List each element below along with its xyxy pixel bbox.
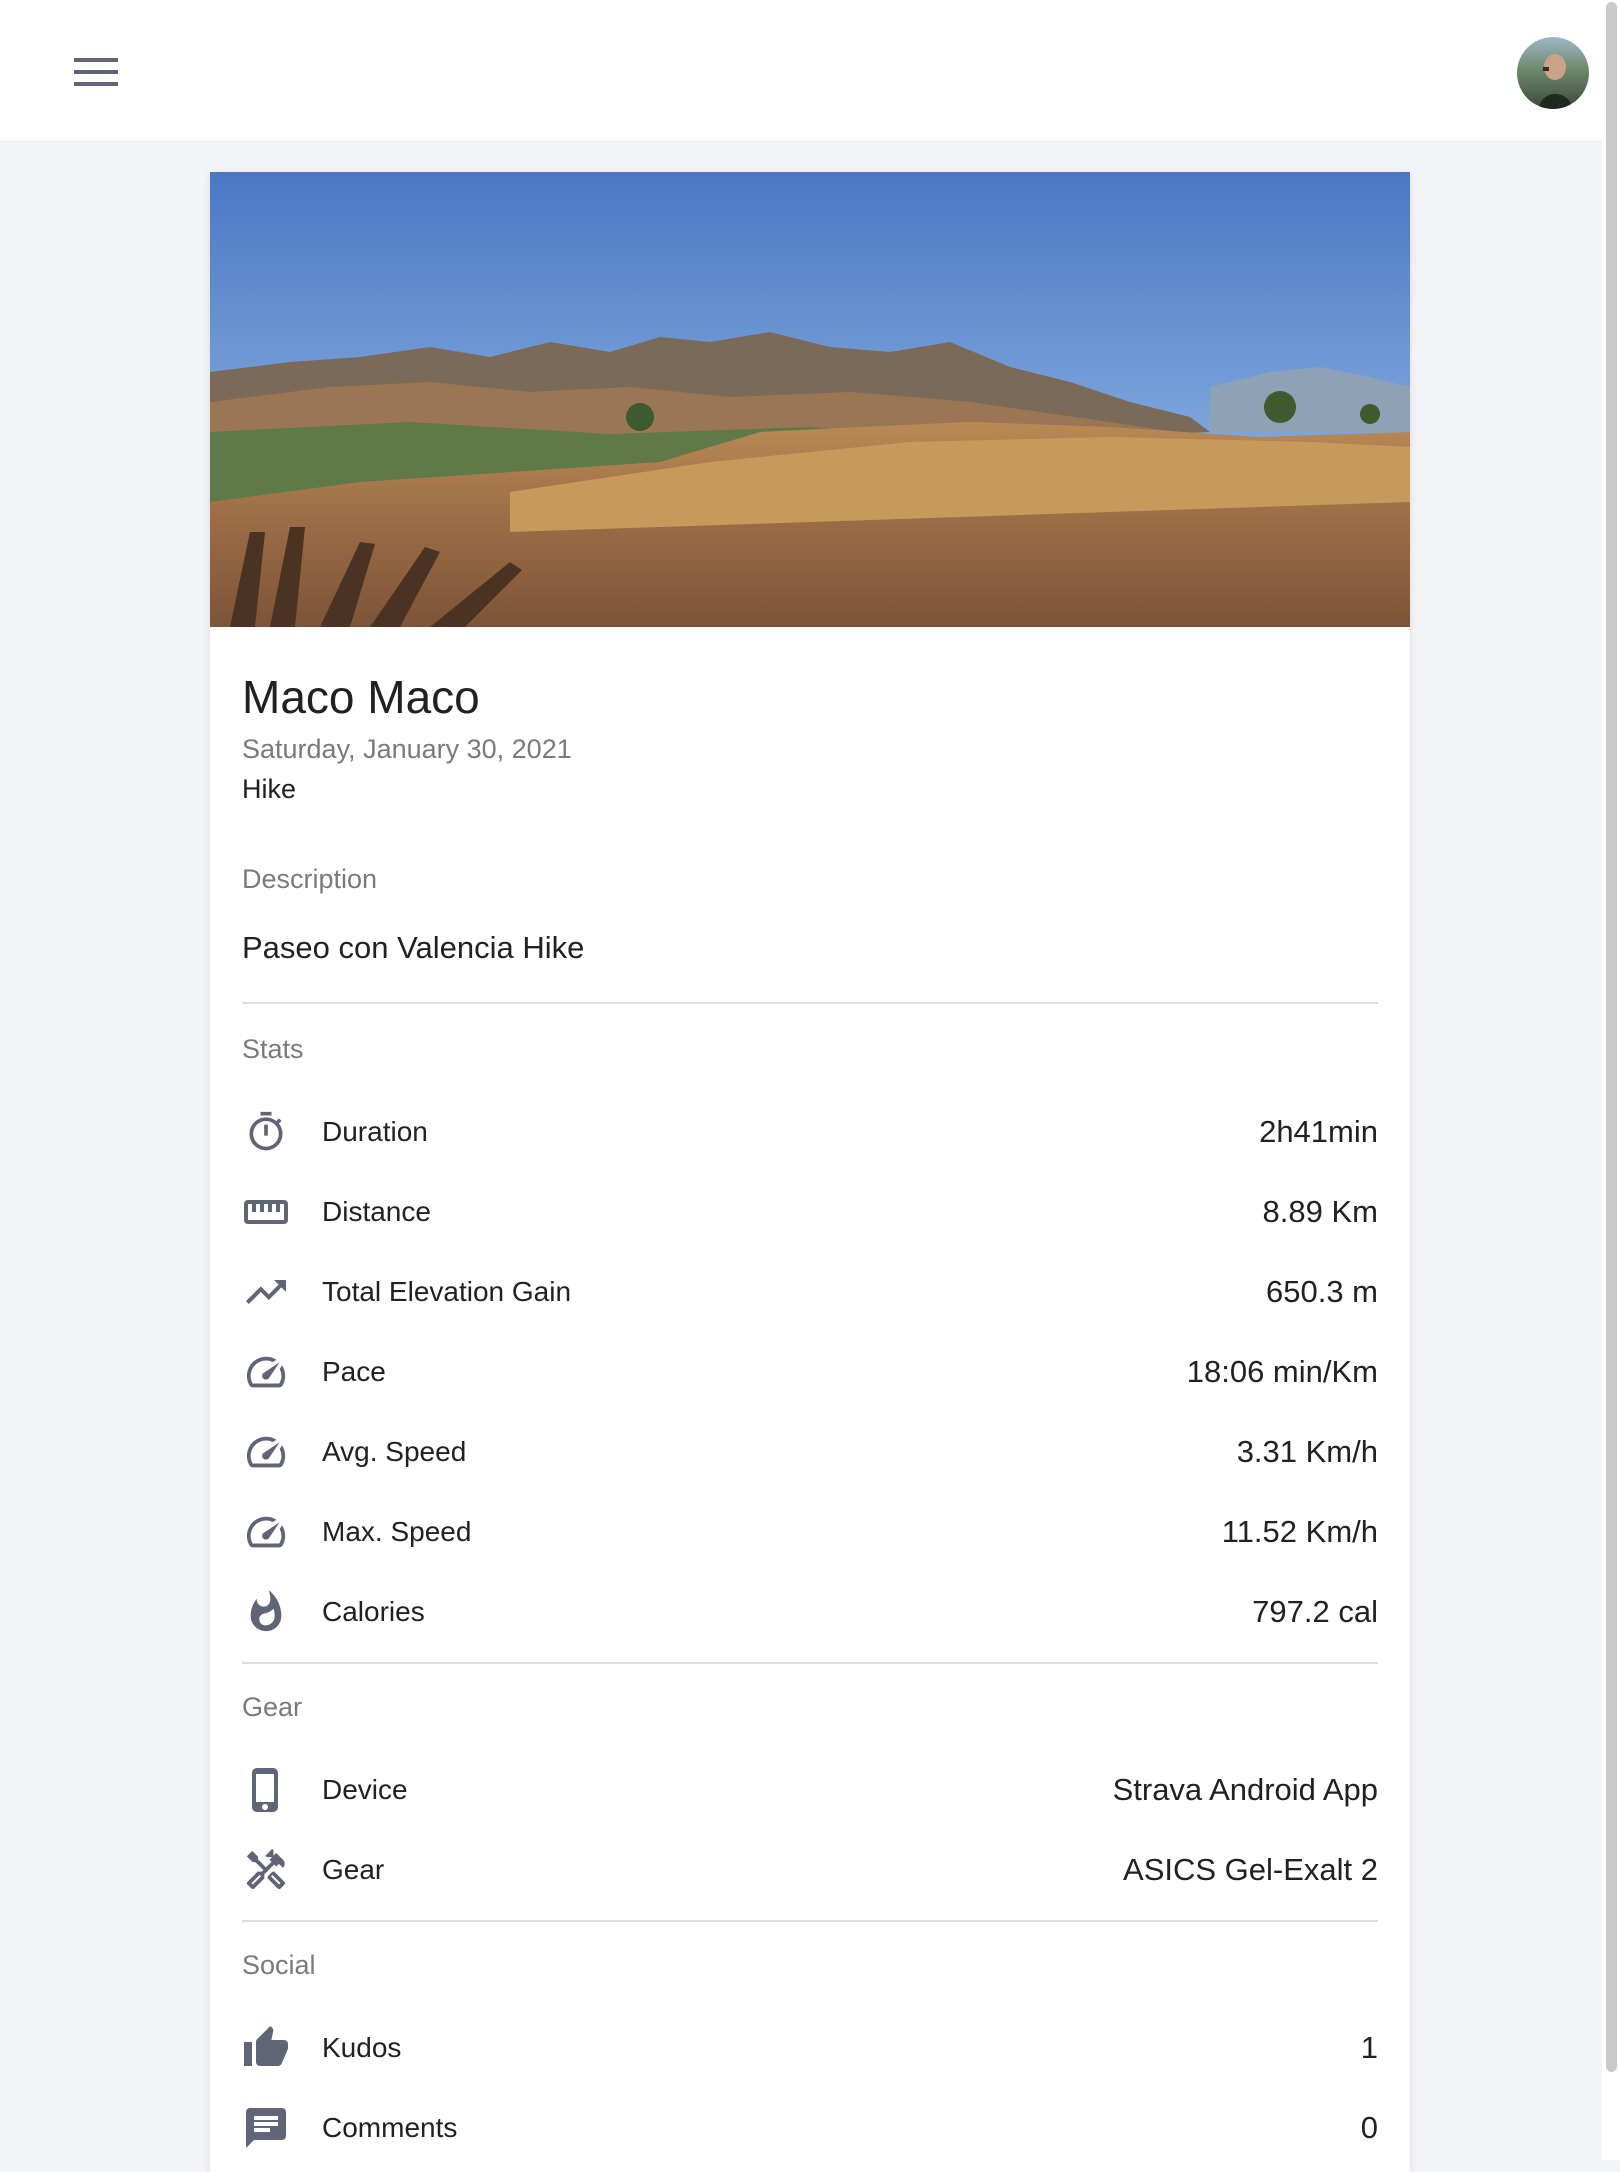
flame-icon [242, 1588, 290, 1636]
stat-row-max-speed: Max. Speed 11.52 Km/h [242, 1502, 1378, 1562]
timer-icon [242, 1108, 290, 1156]
stat-row-pace: Pace 18:06 min/Km [242, 1342, 1378, 1402]
gear-label: Gear [322, 1854, 385, 1885]
menu-button[interactable] [62, 46, 130, 98]
stat-value: 3.31 Km/h [1236, 1434, 1378, 1469]
gear-row-device: Device Strava Android App [242, 1760, 1378, 1820]
social-value: 1 [1360, 2030, 1378, 2065]
comment-icon [242, 2104, 290, 2152]
divider [242, 1920, 1378, 1922]
avatar[interactable] [1517, 37, 1589, 109]
description-heading: Description [242, 864, 378, 894]
stat-row-calories: Calories 797.2 cal [242, 1582, 1378, 1642]
stat-label: Duration [322, 1116, 428, 1147]
ruler-icon [242, 1188, 290, 1236]
trending-up-icon [242, 1268, 290, 1316]
scrollbar-thumb[interactable] [1606, 2, 1617, 2072]
stat-row-elevation: Total Elevation Gain 650.3 m [242, 1262, 1378, 1322]
stat-value: 2h41min [1259, 1114, 1378, 1149]
divider [242, 1662, 1378, 1664]
stat-value: 650.3 m [1265, 1274, 1378, 1309]
gear-label: Device [322, 1774, 408, 1805]
stat-row-distance: Distance 8.89 Km [242, 1182, 1378, 1242]
activity-type: Hike [242, 774, 297, 804]
stats-heading: Stats [242, 1034, 304, 1064]
social-label: Kudos [322, 2032, 402, 2063]
scrollbar[interactable] [1602, 0, 1620, 2160]
top-app-bar [0, 0, 1602, 140]
stat-value: 18:06 min/Km [1186, 1354, 1378, 1389]
stat-value: 797.2 cal [1252, 1594, 1378, 1629]
gear-row-gear: Gear ASICS Gel-Exalt 2 [242, 1840, 1378, 1900]
stat-value: 8.89 Km [1262, 1194, 1378, 1229]
stat-label: Pace [322, 1356, 386, 1387]
hamburger-menu-icon [74, 58, 118, 86]
gear-heading: Gear [242, 1692, 303, 1722]
activity-photo [210, 172, 1410, 627]
stat-label: Distance [322, 1196, 431, 1227]
stat-row-avg-speed: Avg. Speed 3.31 Km/h [242, 1422, 1378, 1482]
activity-card: Maco Maco Saturday, January 30, 2021 Hik… [210, 172, 1410, 2172]
speedometer-icon [242, 1508, 290, 1556]
social-row-comments: Comments 0 [242, 2098, 1378, 2158]
social-row-kudos: Kudos 1 [242, 2018, 1378, 2078]
speedometer-icon [242, 1348, 290, 1396]
stat-label: Avg. Speed [322, 1436, 467, 1467]
stat-value: 11.52 Km/h [1221, 1514, 1378, 1549]
activity-date: Saturday, January 30, 2021 [242, 734, 572, 764]
social-value: 0 [1360, 2110, 1378, 2145]
stat-label: Calories [322, 1596, 425, 1627]
stat-label: Max. Speed [322, 1516, 472, 1547]
activity-title: Maco Maco [242, 671, 480, 723]
gear-value: ASICS Gel-Exalt 2 [1123, 1852, 1378, 1887]
description-text: Paseo con Valencia Hike [242, 930, 585, 965]
speedometer-icon [242, 1428, 290, 1476]
stat-row-duration: Duration 2h41min [242, 1102, 1378, 1162]
phone-icon [242, 1766, 290, 1814]
stat-label: Total Elevation Gain [322, 1276, 572, 1307]
thumbs-up-icon [242, 2024, 290, 2072]
social-label: Comments [322, 2112, 458, 2143]
gear-value: Strava Android App [1112, 1772, 1378, 1807]
divider [242, 1002, 1378, 1004]
tools-icon [242, 1846, 290, 1894]
social-heading: Social [242, 1950, 316, 1980]
